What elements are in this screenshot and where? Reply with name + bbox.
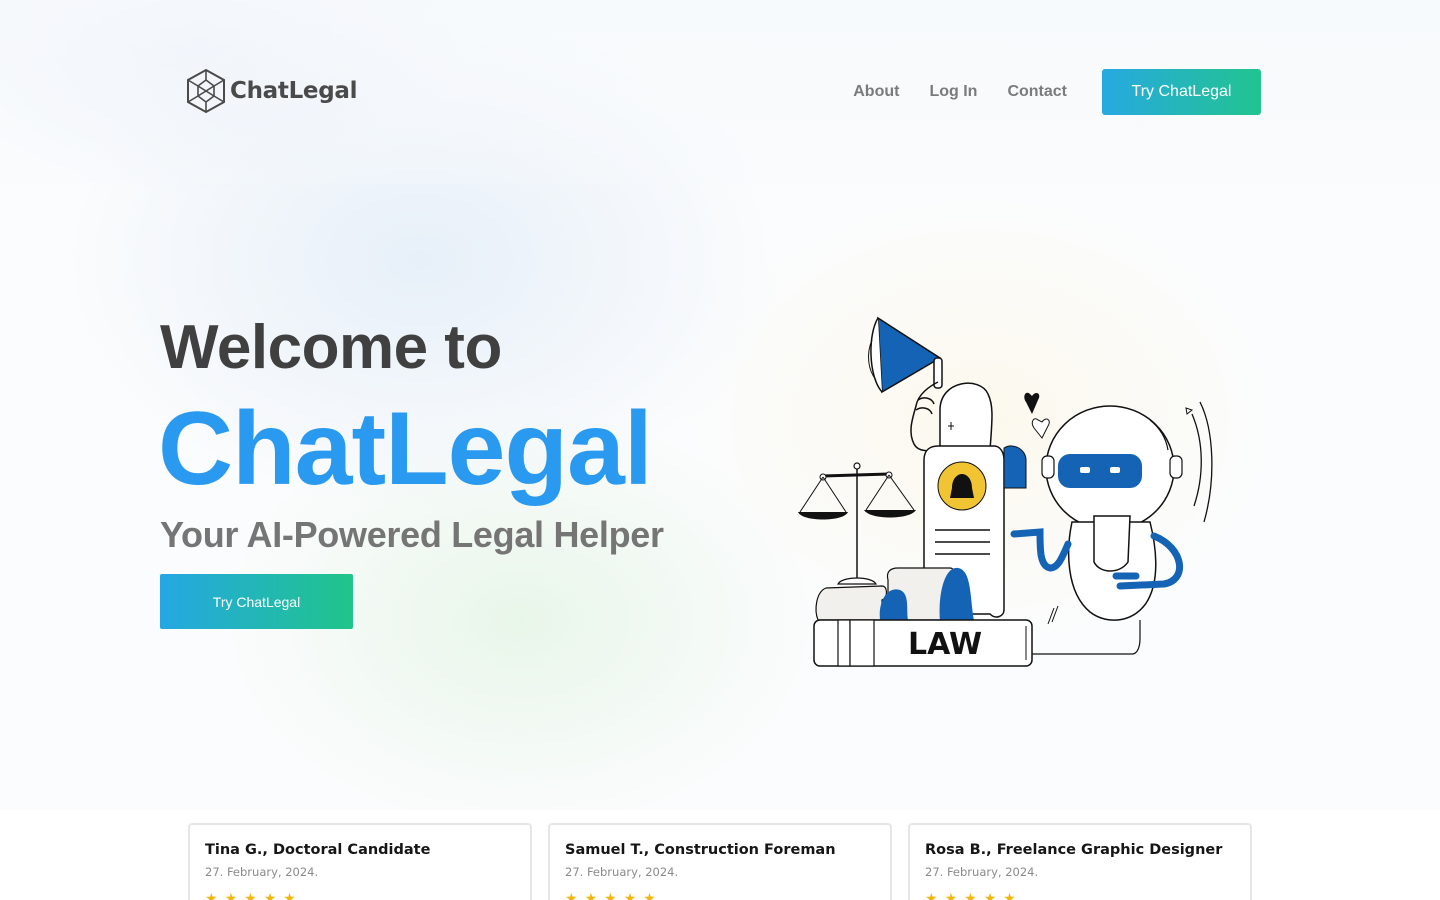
law-text: LAW xyxy=(908,627,982,662)
megaphone-icon xyxy=(868,316,943,394)
landing-page: ChatLegal About Log In Contact Try ChatL… xyxy=(0,0,1440,900)
nav-login-link[interactable]: Log In xyxy=(929,83,977,101)
hero-try-button[interactable]: Try ChatLegal xyxy=(160,574,353,629)
header-try-button[interactable]: Try ChatLegal xyxy=(1102,69,1261,115)
review-rating: ★ ★ ★ ★ ★ xyxy=(565,891,875,900)
review-author: Samuel T., Construction Foreman xyxy=(565,842,836,858)
star-icon: ★ xyxy=(244,890,257,900)
star-icon: ★ xyxy=(944,890,958,900)
star-icon: ★ xyxy=(623,890,637,900)
star-icon: ★ xyxy=(964,890,977,900)
review-date: 27. February, 2024. xyxy=(205,865,319,879)
star-icon: ★ xyxy=(925,890,938,900)
star-icon: ★ xyxy=(565,890,578,900)
star-icon: ★ xyxy=(263,890,277,900)
review-author: Tina G., Doctoral Candidate xyxy=(205,842,431,858)
star-icon: ★ xyxy=(604,890,617,900)
nav-about-link[interactable]: About xyxy=(853,83,899,101)
hero-brand-heading: ChatLegal xyxy=(158,391,653,507)
review-rating: ★ ★ ★ ★ ★ xyxy=(925,891,1235,900)
star-icon: ★ xyxy=(983,890,997,900)
review-card: Rosa B., Freelance Graphic Designer 27. … xyxy=(908,823,1252,900)
logo-text: ChatLegal xyxy=(230,78,358,104)
robot-law-illustration: LAW xyxy=(798,316,1213,667)
star-icon: ★ xyxy=(584,890,598,900)
review-rating: ★ ★ ★ ★ ★ xyxy=(205,891,515,900)
hero-tagline: Your AI-Powered Legal Helper xyxy=(160,514,664,555)
review-date: 27. February, 2024. xyxy=(565,865,679,879)
main-nav: About Log In Contact Try ChatLegal xyxy=(853,69,1261,115)
site-header: ChatLegal About Log In Contact Try ChatL… xyxy=(0,0,1440,184)
hexagon-logo-icon xyxy=(187,68,225,114)
review-card: Samuel T., Construction Foreman 27. Febr… xyxy=(548,823,892,900)
law-book-icon: LAW xyxy=(813,619,1033,667)
star-icon: ★ xyxy=(224,890,238,900)
star-icon: ★ xyxy=(283,890,296,900)
star-icon: ★ xyxy=(643,890,656,900)
review-author: Rosa B., Freelance Graphic Designer xyxy=(925,842,1223,858)
star-icon: ★ xyxy=(205,890,218,900)
hero-welcome-heading: Welcome to xyxy=(160,313,502,382)
review-card: Tina G., Doctoral Candidate 27. February… xyxy=(188,823,532,900)
justice-scale-icon xyxy=(798,462,916,585)
star-icon: ★ xyxy=(1003,890,1016,900)
nav-contact-link[interactable]: Contact xyxy=(1007,83,1067,101)
logo[interactable]: ChatLegal xyxy=(186,68,358,114)
review-date: 27. February, 2024. xyxy=(925,865,1039,879)
